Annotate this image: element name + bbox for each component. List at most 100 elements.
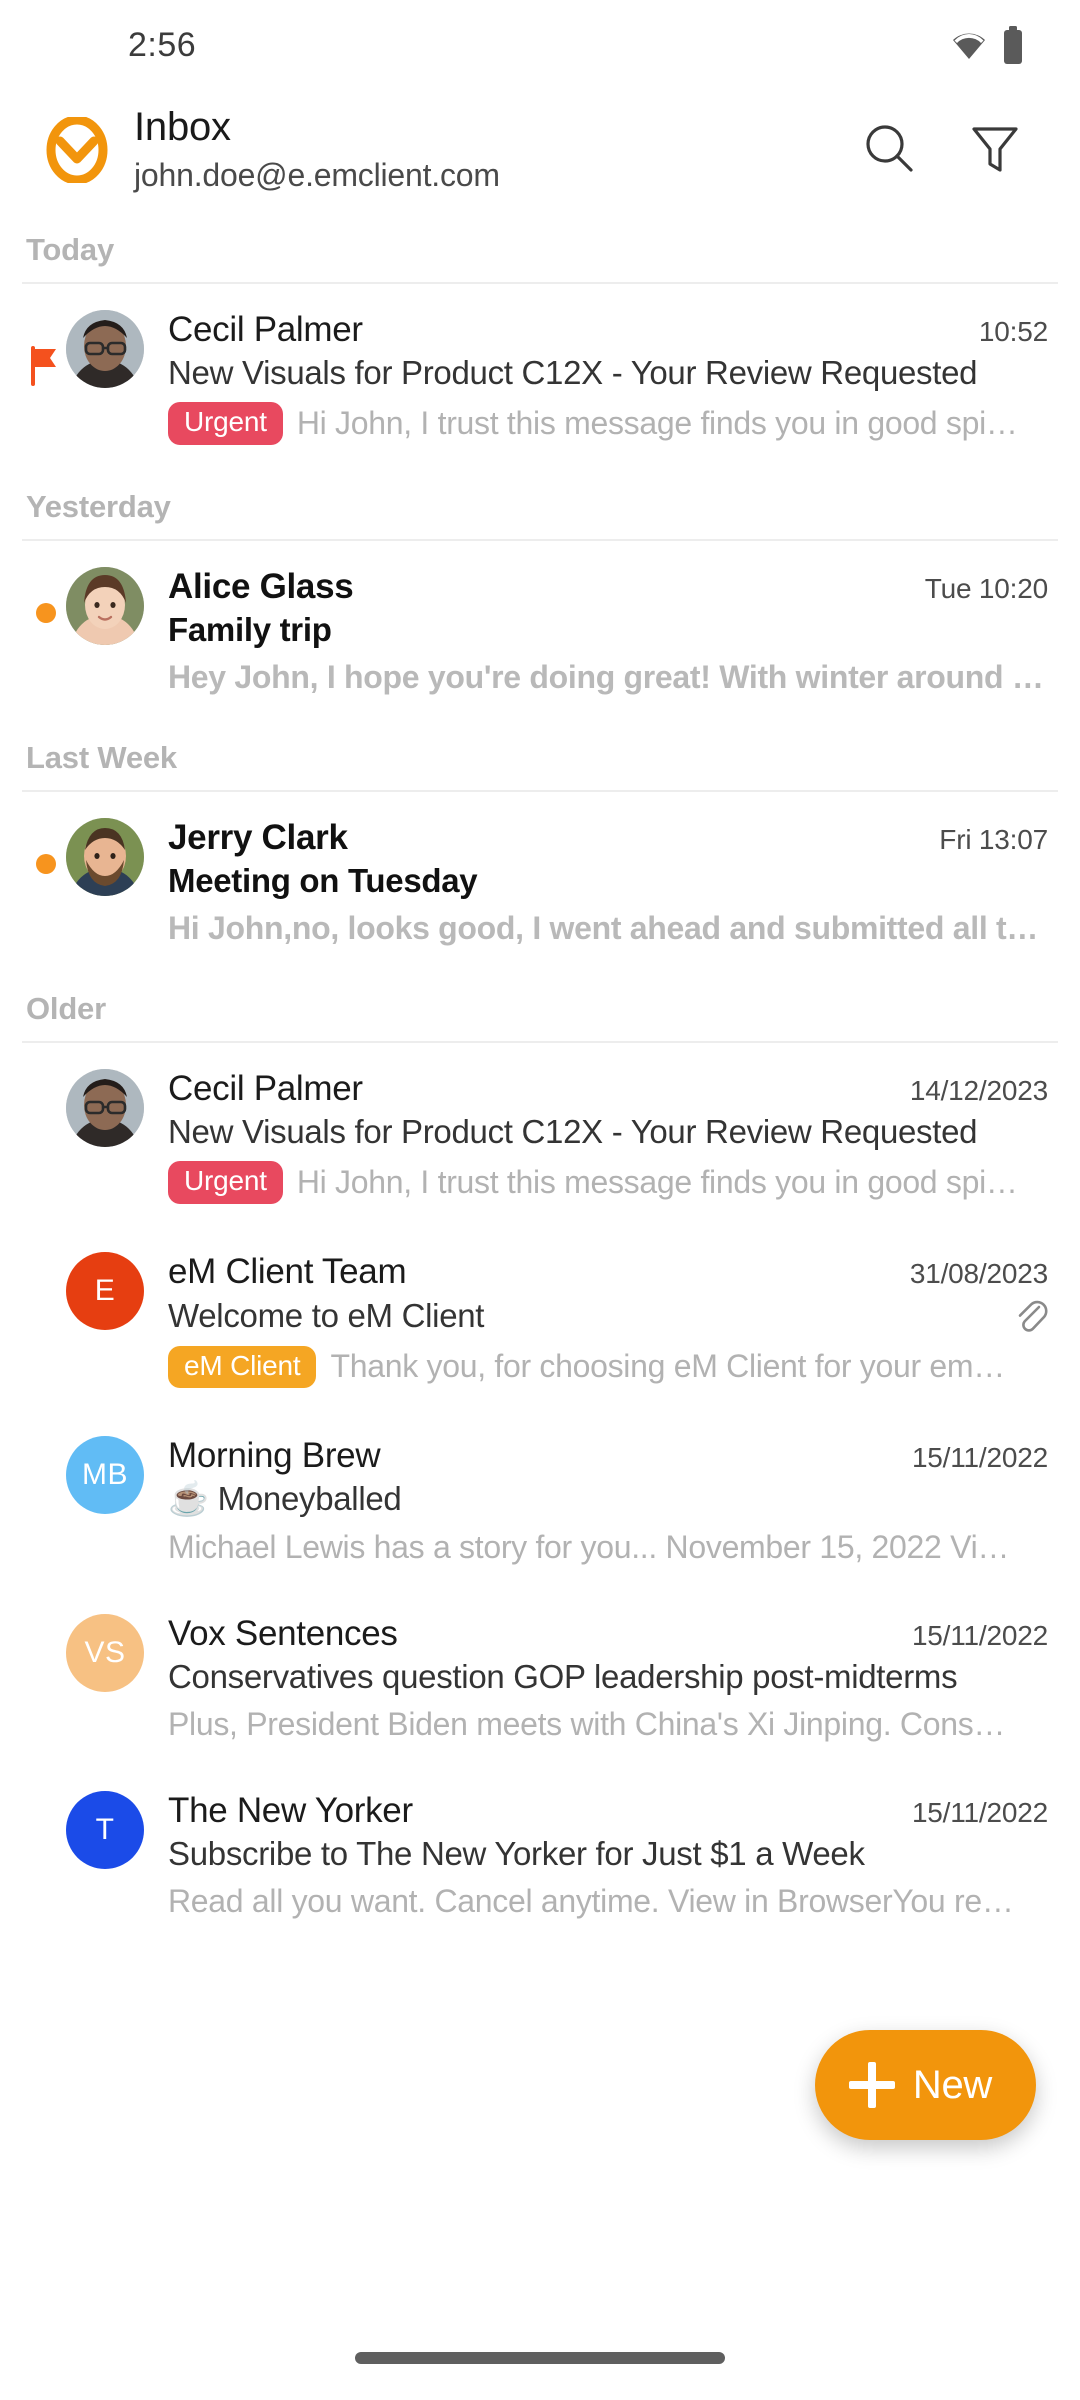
message-preview-line: Hi John,no, looks good, I went ahead and… [168,910,1048,947]
avatar[interactable]: VS [66,1614,144,1693]
message-header-line: eM Client Team 31/08/2023 [168,1252,1048,1292]
message-timestamp: 15/11/2022 [911,1442,1048,1474]
message-row[interactable]: T The New Yorker 15/11/2022 Subscribe to Th… [0,1765,1080,1942]
search-button[interactable] [858,119,920,181]
status-bar: 2:56 [0,0,1080,90]
message-status-marker [28,310,64,386]
message-header-line: Vox Sentences 15/11/2022 [168,1614,1048,1654]
message-row[interactable]: Alice Glass Tue 10:20 Family trip Hey John,… [0,541,1080,718]
message-header-line: Cecil Palmer 10:52 [168,310,1048,350]
section-header: Older [26,990,106,1026]
message-subject: New Visuals for Product C12X - Your Revi… [168,354,978,391]
message-preview-line: Michael Lewis has a story for you... Nov… [168,1529,1048,1566]
message-preview-line: Plus, President Biden meets with China's… [168,1706,1048,1743]
message-sender: Cecil Palmer [168,1068,363,1108]
message-subject: Meeting on Tuesday [168,861,478,899]
account-email: john.doe@e.emclient.com [134,157,500,193]
filter-button[interactable] [964,119,1026,181]
message-status-marker [28,1791,64,1827]
message-subject-line: Meeting on Tuesday [168,862,1048,900]
avatar[interactable] [66,817,144,896]
message-timestamp: Tue 10:20 [924,572,1048,604]
avatar-initials: E [94,1273,116,1307]
message-row[interactable]: Jerry Clark Fri 13:07 Meeting on Tuesday Hi… [0,792,1080,969]
message-subject: New Visuals for Product C12X - Your Revi… [168,1112,978,1150]
avatar[interactable]: T [66,1791,144,1870]
compose-new-button[interactable]: New [814,2030,1036,2140]
message-subject-line: Family trip [168,611,1048,649]
message-preview: Hi John,no, looks good, I went ahead and… [168,909,1048,946]
message-subject: Subscribe to The New Yorker for Just $1 … [168,1835,865,1873]
avatar[interactable] [66,310,144,388]
message-preview: Michael Lewis has a story for you... Nov… [168,1529,1010,1566]
message-row[interactable]: Cecil Palmer 14/12/2023 New Visuals for Pr… [0,1043,1080,1226]
message-sender: Alice Glass [168,566,354,606]
section-header: Last Week [26,739,177,775]
message-content: Alice Glass Tue 10:20 Family trip Hey John,… [168,567,1052,696]
message-timestamp: 15/11/2022 [911,1620,1048,1652]
message-content: The New Yorker 15/11/2022 Subscribe to The… [168,1791,1052,1920]
message-timestamp: 15/11/2022 [911,1797,1048,1829]
header-actions [858,119,1034,181]
message-header-line: Cecil Palmer 14/12/2023 [168,1069,1048,1109]
message-sender: eM Client Team [168,1251,407,1291]
avatar[interactable] [66,1068,144,1147]
header-text: Inbox john.doe@e.emclient.com [134,105,858,195]
message-content: Cecil Palmer 10:52 New Visuals for Product… [168,310,1052,445]
message-status-marker [28,1614,64,1650]
message-status-marker [28,1069,64,1105]
message-content: eM Client Team 31/08/2023 Welcome to eM Cl… [168,1252,1052,1389]
message-list[interactable]: Today Cecil Palmer 10:52 New Visuals for Pr… [0,210,1080,1942]
message-content: Morning Brew 15/11/2022 ☕ Moneyballed Micha… [168,1436,1052,1566]
message-subject-line: New Visuals for Product C12X - Your Revi… [168,1113,1048,1151]
status-icons [950,26,1024,64]
message-row[interactable]: EeM Client Team 31/08/2023 Welcome to eM C… [0,1226,1080,1411]
message-header-line: Morning Brew 15/11/2022 [168,1436,1048,1476]
status-time: 2:56 [128,25,197,64]
wifi-icon [950,30,988,60]
home-gesture-handle[interactable] [355,2352,725,2364]
battery-icon [1002,26,1024,64]
plus-icon [848,2062,895,2108]
avatar[interactable]: E [66,1251,144,1330]
flag-icon[interactable] [28,346,62,386]
message-timestamp: 31/08/2023 [909,1257,1048,1289]
message-row[interactable]: Cecil Palmer 10:52 New Visuals for Product… [0,284,1080,467]
avatar-initials: MB [82,1458,128,1492]
message-header-line: Alice Glass Tue 10:20 [168,567,1048,607]
message-timestamp: Fri 13:07 [939,823,1048,855]
unread-dot-icon [36,602,56,623]
em-client-logo-icon [44,115,110,185]
message-sender: Morning Brew [168,1436,381,1476]
message-content: Jerry Clark Fri 13:07 Meeting on Tuesday Hi… [168,818,1052,947]
message-preview-line: Hey John, I hope you're doing great! Wit… [168,659,1048,696]
message-timestamp: 10:52 [978,316,1048,347]
message-subject-line: Welcome to eM Client [168,1296,1048,1336]
message-row[interactable]: MB Morning Brew 15/11/2022 ☕ Moneyballed Mic… [0,1410,1080,1588]
message-preview: Thank you, for choosing eM Client for yo… [330,1348,1005,1385]
message-row[interactable]: VS Vox Sentences 15/11/2022 Conservatives q… [0,1588,1080,1765]
message-content: Cecil Palmer 14/12/2023 New Visuals for Pr… [168,1069,1052,1204]
message-subject: Family trip [168,610,332,648]
message-preview-line: Urgent Hi John, I trust this message find… [168,402,1048,445]
search-icon [860,120,918,181]
section-header: Today [26,232,114,267]
message-status-marker [28,1436,64,1472]
message-status-marker [28,567,64,623]
avatar[interactable]: MB [66,1436,144,1515]
message-sender: Jerry Clark [168,817,348,857]
compose-label: New [912,2062,992,2107]
message-timestamp: 14/12/2023 [909,1074,1048,1106]
message-preview: Hi John, I trust this message finds you … [296,1163,1018,1200]
message-preview-line: Read all you want. Cancel anytime. View … [168,1883,1048,1920]
message-sender: Vox Sentences [168,1614,398,1654]
message-preview: Plus, President Biden meets with China's… [168,1706,1006,1743]
avatar[interactable] [66,566,144,645]
message-subject-line: New Visuals for Product C12X - Your Revi… [168,354,1048,392]
message-subject: Conservatives question GOP leadership po… [168,1658,958,1696]
message-tag-badge: Urgent [168,402,283,445]
message-preview-line: eM Client Thank you, for choosing eM Clie… [168,1345,1048,1389]
message-preview-line: Urgent Hi John, I trust this message find… [168,1160,1048,1204]
message-content: Vox Sentences 15/11/2022 Conservatives que… [168,1614,1052,1743]
app-header: Inbox john.doe@e.emclient.com [0,90,1080,210]
